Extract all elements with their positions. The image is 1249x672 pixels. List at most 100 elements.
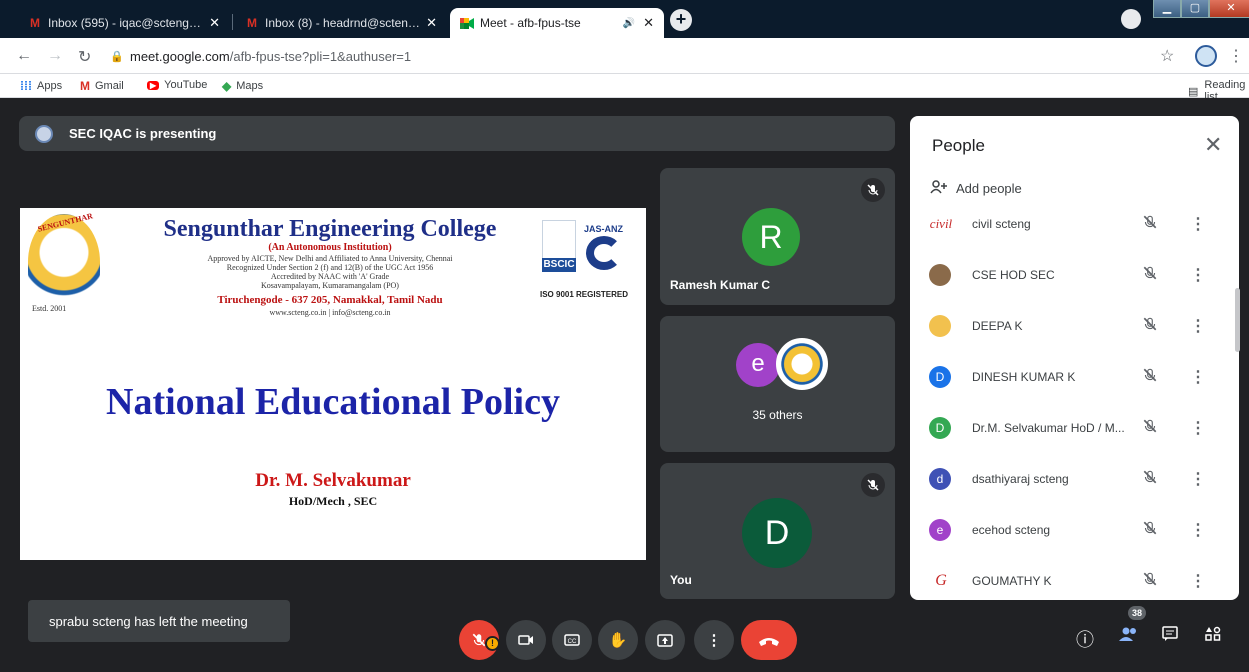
- tab-gmail-iqac[interactable]: M Inbox (595) - iqac@scteng.co.in - ✕: [18, 8, 230, 38]
- minimize-icon[interactable]: ▁: [1153, 0, 1181, 18]
- tab-label: Meet - afb-fpus-tse: [480, 16, 581, 30]
- window-close-icon[interactable]: ✕: [1209, 0, 1249, 18]
- avatar: d: [929, 468, 951, 490]
- lock-icon: 🔒: [110, 51, 124, 63]
- participant-menu-icon[interactable]: ⋮: [1190, 316, 1206, 336]
- tab-gmail-headrnd[interactable]: M Inbox (8) - headrnd@scteng.co.in ✕: [235, 8, 447, 38]
- detail-line: Approved by AICTE, New Delhi and Affilia…: [207, 254, 453, 263]
- end-call-button[interactable]: [741, 620, 797, 660]
- bookmark-youtube[interactable]: ▶ YouTube: [147, 79, 207, 91]
- participant-count-badge: 38: [1128, 606, 1146, 620]
- bookmark-maps[interactable]: ◆ Maps: [222, 79, 263, 93]
- college-details: Approved by AICTE, New Delhi and Affilia…: [120, 254, 540, 290]
- raise-hand-button[interactable]: ✋: [598, 620, 638, 660]
- mic-off-icon: [1142, 367, 1158, 388]
- url-field[interactable]: 🔒 meet.google.com/afb-fpus-tse?pli=1&aut…: [110, 44, 1140, 68]
- certification-logo: [586, 236, 622, 270]
- participant-menu-icon[interactable]: ⋮: [1190, 520, 1206, 540]
- bookmark-star-icon[interactable]: ☆: [1160, 46, 1174, 66]
- participant-row[interactable]: G GOUMATHY K ⋮: [910, 561, 1229, 600]
- bookmarks-bar: ⁞⁞⁞ Apps M Gmail ▶ YouTube ◆ Maps ▤ Read…: [0, 74, 1249, 103]
- presenter-avatar: [35, 124, 53, 143]
- url-host: meet.google.com: [130, 48, 230, 64]
- participant-row[interactable]: D Dr.M. Selvakumar HoD / M... ⋮: [910, 408, 1229, 459]
- activities-icon[interactable]: [1205, 626, 1221, 647]
- gmail-icon: M: [80, 79, 90, 93]
- college-address: Tiruchengode - 637 205, Namakkal, Tamil …: [217, 294, 443, 306]
- toast-text: sprabu scteng has left the meeting: [49, 613, 248, 629]
- participant-menu-icon[interactable]: ⋮: [1190, 469, 1206, 489]
- mic-off-icon: [1142, 469, 1158, 490]
- detail-line: Accredited by NAAC with 'A' Grade: [270, 272, 390, 281]
- avatar: civil: [926, 213, 956, 235]
- participant-row[interactable]: D DINESH KUMAR K ⋮: [910, 357, 1229, 408]
- participant-row[interactable]: CSE HOD SEC ⋮: [910, 255, 1229, 306]
- participant-row[interactable]: d dsathiyaraj scteng ⋮: [910, 459, 1229, 510]
- avatar: [929, 315, 951, 337]
- close-tab-icon[interactable]: ✕: [209, 15, 220, 31]
- mic-off-icon: [1142, 265, 1158, 286]
- participant-name: Ramesh Kumar C: [670, 278, 771, 292]
- speaker-icon[interactable]: 🔊: [623, 18, 635, 29]
- browser-menu-icon[interactable]: ⋮: [1228, 46, 1244, 66]
- forward-icon[interactable]: →: [47, 47, 63, 65]
- avatar: G: [926, 570, 956, 592]
- participant-row[interactable]: civil civil scteng ⋮: [910, 204, 1229, 255]
- bookmark-label: YouTube: [164, 79, 208, 91]
- tab-meet[interactable]: Meet - afb-fpus-tse 🔊 ✕: [450, 8, 664, 38]
- bookmark-label: Gmail: [95, 80, 124, 92]
- participant-menu-icon[interactable]: ⋮: [1190, 214, 1206, 234]
- participant-row[interactable]: DEEPA K ⋮: [910, 306, 1229, 357]
- reload-icon[interactable]: ↻: [78, 47, 91, 67]
- bookmark-apps[interactable]: ⁞⁞⁞ Apps: [20, 79, 62, 93]
- present-button[interactable]: [645, 620, 685, 660]
- back-icon[interactable]: ←: [16, 47, 32, 65]
- tab-strip: M Inbox (595) - iqac@scteng.co.in - ✕ M …: [0, 0, 1249, 38]
- close-panel-icon[interactable]: ✕: [1204, 132, 1222, 158]
- participant-menu-icon[interactable]: ⋮: [1190, 265, 1206, 285]
- extension-avatar-icon[interactable]: [1195, 45, 1217, 67]
- participant-name: You: [670, 573, 692, 587]
- maximize-icon[interactable]: ▢: [1181, 0, 1209, 18]
- meet-stage: SEC IQAC is presenting SENGUNTHAR Estd. …: [0, 98, 1249, 672]
- address-bar-row: ← → ↻ 🔒 meet.google.com/afb-fpus-tse?pli…: [0, 38, 1249, 74]
- add-people-button[interactable]: Add people: [930, 180, 1022, 197]
- left-meeting-toast: sprabu scteng has left the meeting: [28, 600, 290, 642]
- close-tab-icon[interactable]: ✕: [643, 15, 654, 31]
- profile-icon[interactable]: [1121, 9, 1141, 29]
- participant-menu-icon[interactable]: ⋮: [1190, 418, 1206, 438]
- participant-name: Dr.M. Selvakumar HoD / M...: [972, 421, 1125, 435]
- iso-label: ISO 9001 REGISTERED: [540, 290, 629, 299]
- people-icon[interactable]: [1119, 626, 1139, 647]
- new-tab-button[interactable]: +: [670, 9, 692, 31]
- bookmark-label: Maps: [236, 80, 264, 92]
- window-controls: ▁ ▢ ✕: [1153, 0, 1249, 22]
- meeting-info-icon[interactable]: ⓘ: [1076, 626, 1094, 652]
- mic-off-icon: [1142, 316, 1158, 337]
- participant-name: DEEPA K: [972, 319, 1023, 333]
- detail-line: Recognized Under Section 2 (f) and 12(B)…: [226, 263, 434, 272]
- participant-menu-icon[interactable]: ⋮: [1190, 571, 1206, 591]
- avatar: e: [929, 519, 951, 541]
- mic-off-icon: [861, 178, 885, 202]
- people-scrollbar[interactable]: [1235, 288, 1240, 352]
- participant-menu-icon[interactable]: ⋮: [1190, 367, 1206, 387]
- participant-name: ecehod scteng: [972, 523, 1051, 537]
- others-count-label: 35 others: [752, 408, 803, 422]
- chat-icon[interactable]: [1162, 626, 1178, 647]
- presenting-text: SEC IQAC is presenting: [69, 126, 217, 141]
- camera-toggle-button[interactable]: [506, 620, 546, 660]
- avatar-initial: R: [742, 208, 800, 266]
- more-options-button[interactable]: ⋮: [694, 620, 734, 660]
- avatar: e: [736, 343, 780, 387]
- participant-tile-others[interactable]: 35 others: [660, 316, 895, 452]
- add-person-icon: [930, 180, 948, 197]
- participant-row[interactable]: e ecehod scteng ⋮: [910, 510, 1229, 561]
- close-tab-icon[interactable]: ✕: [426, 15, 437, 31]
- captions-button[interactable]: CC: [552, 620, 592, 660]
- people-panel-title: People: [932, 136, 985, 155]
- apps-grid-icon: ⁞⁞⁞: [20, 79, 32, 93]
- mic-off-icon: [1142, 571, 1158, 592]
- bookmark-gmail[interactable]: M Gmail: [80, 79, 124, 93]
- detail-line: Kosavampalayam, Kumaramangalam (PO): [261, 281, 399, 290]
